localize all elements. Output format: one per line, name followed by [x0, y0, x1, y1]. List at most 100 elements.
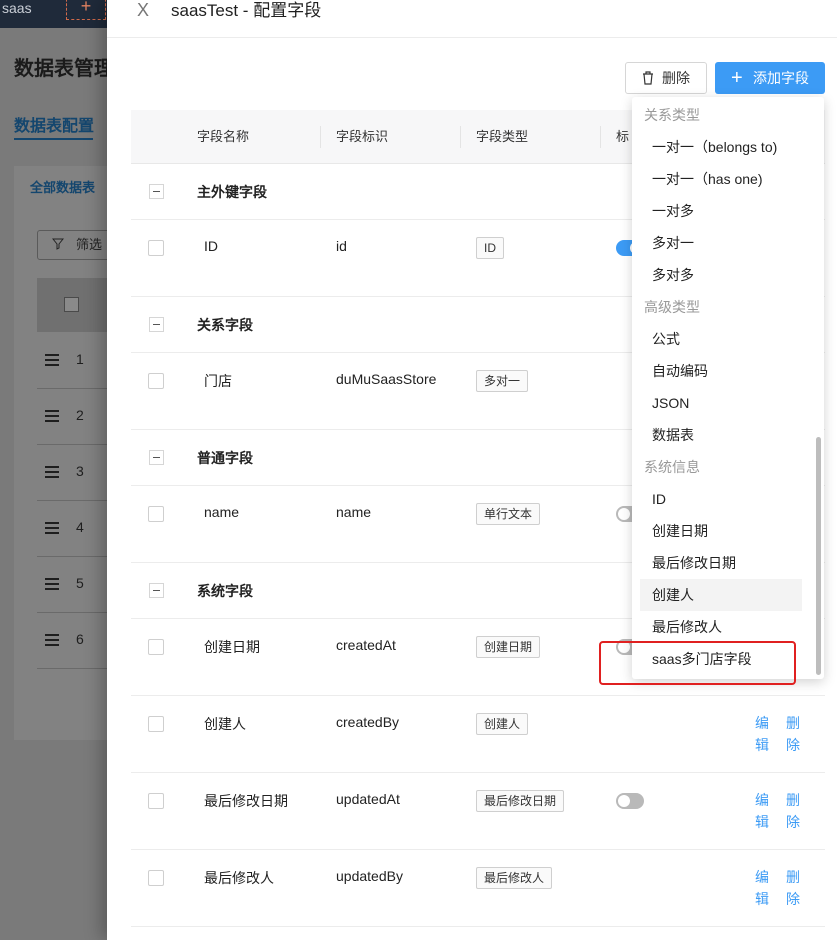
dropdown-item[interactable]: 公式 — [640, 323, 802, 355]
edit-link[interactable]: 编辑 — [755, 789, 773, 833]
field-type-tag: 单行文本 — [476, 503, 541, 525]
dropdown-item[interactable]: 一对多 — [640, 195, 802, 227]
table-row: 最后修改日期 updatedAt 最后修改日期 编辑 删除 — [131, 773, 825, 850]
row-number: 5 — [76, 575, 84, 591]
bg-table-row[interactable]: 2 — [37, 389, 110, 445]
delete-link[interactable]: 删除 — [786, 789, 804, 833]
bg-select-all-checkbox[interactable] — [64, 297, 79, 312]
row-checkbox[interactable] — [148, 240, 164, 256]
drag-handle-icon[interactable] — [45, 354, 59, 366]
field-name: 创建人 — [204, 716, 246, 732]
field-name: ID — [204, 238, 218, 254]
dropdown-item[interactable]: 多对多 — [640, 259, 802, 291]
row-number: 1 — [76, 351, 84, 367]
drag-handle-icon[interactable] — [45, 578, 59, 590]
dropdown-item[interactable]: ID — [640, 483, 802, 515]
drawer-title: saasTest - 配置字段 — [171, 1, 322, 20]
plus-icon: + — [731, 67, 743, 89]
dropdown-item[interactable]: JSON — [640, 387, 802, 419]
col-field-name: 字段名称 — [197, 129, 250, 144]
row-number: 4 — [76, 519, 84, 535]
collapse-toggle[interactable] — [149, 184, 164, 199]
delete-label: 删除 — [662, 70, 690, 86]
tab-table-config[interactable]: 数据表配置 — [14, 112, 94, 136]
col-label: 标 — [616, 129, 630, 144]
field-name: 门店 — [204, 373, 232, 389]
collapse-toggle[interactable] — [149, 317, 164, 332]
filter-icon — [52, 238, 64, 250]
bg-table-row[interactable]: 1 — [37, 333, 110, 389]
panel-title[interactable]: 全部数据表 — [30, 177, 95, 196]
drag-handle-icon[interactable] — [45, 466, 59, 478]
filter-label: 筛选 — [76, 237, 103, 252]
delete-link[interactable]: 删除 — [786, 866, 804, 910]
label-toggle[interactable] — [616, 793, 644, 809]
bg-table-row[interactable]: 6 — [37, 613, 110, 669]
field-type-tag: 创建人 — [476, 713, 529, 735]
field-id: updatedAt — [336, 791, 400, 807]
col-separator — [460, 126, 461, 148]
group-label: 系统字段 — [197, 583, 253, 599]
row-checkbox[interactable] — [148, 793, 164, 809]
field-name: 最后修改人 — [204, 870, 274, 886]
collapse-toggle[interactable] — [149, 450, 164, 465]
field-id: createdBy — [336, 714, 400, 730]
add-field-button[interactable]: + 添加字段 — [715, 62, 825, 94]
col-separator — [600, 126, 601, 148]
field-name: name — [204, 504, 240, 520]
edit-link[interactable]: 编辑 — [755, 866, 773, 910]
dropdown-item[interactable]: 一对一（has one) — [640, 163, 802, 195]
table-row: 最后修改人 updatedBy 最后修改人 编辑 删除 — [131, 850, 825, 927]
col-separator — [320, 126, 321, 148]
field-name: 最后修改日期 — [204, 793, 288, 809]
top-bar: saas + — [0, 0, 110, 28]
dropdown-item[interactable]: 一对一（belongs to) — [640, 131, 802, 163]
filter-button[interactable]: 筛选 — [37, 230, 112, 260]
dropdown-item[interactable]: 创建日期 — [640, 515, 802, 547]
bg-table-row[interactable]: 4 — [37, 501, 110, 557]
add-field-label: 添加字段 — [753, 70, 809, 86]
row-number: 3 — [76, 463, 84, 479]
dropdown-item[interactable]: 自动编码 — [640, 355, 802, 387]
field-id: name — [336, 504, 372, 520]
trash-icon — [643, 71, 653, 85]
drawer-header: X saasTest - 配置字段 — [107, 0, 837, 38]
field-type-tag: 创建日期 — [476, 636, 541, 658]
field-type-tag: 最后修改日期 — [476, 790, 565, 812]
edit-link[interactable]: 编辑 — [755, 712, 773, 756]
bg-table-row[interactable]: 3 — [37, 445, 110, 501]
field-id: updatedBy — [336, 868, 403, 884]
row-checkbox[interactable] — [148, 716, 164, 732]
delete-link[interactable]: 删除 — [786, 712, 804, 756]
row-checkbox[interactable] — [148, 506, 164, 522]
field-id: id — [336, 238, 347, 254]
dropdown-item[interactable]: 多对一 — [640, 227, 802, 259]
dropdown-item[interactable]: 最后修改日期 — [640, 547, 802, 579]
close-icon[interactable]: X — [137, 1, 153, 19]
collapse-toggle[interactable] — [149, 583, 164, 598]
dropdown-scroll-thumb[interactable] — [816, 437, 821, 675]
delete-button[interactable]: 删除 — [625, 62, 707, 94]
field-id: createdAt — [336, 637, 396, 653]
field-name: 创建日期 — [204, 639, 260, 655]
dropdown-group-label: 关系类型 — [644, 107, 700, 123]
field-type-tag: 多对一 — [476, 370, 529, 392]
col-field-type: 字段类型 — [476, 129, 529, 144]
row-checkbox[interactable] — [148, 373, 164, 389]
dropdown-item[interactable]: 数据表 — [640, 419, 802, 451]
bg-table-row[interactable]: 5 — [37, 557, 110, 613]
drag-handle-icon[interactable] — [45, 634, 59, 646]
drag-handle-icon[interactable] — [45, 410, 59, 422]
drag-handle-icon[interactable] — [45, 522, 59, 534]
dropdown-item[interactable]: 创建人 — [640, 579, 802, 611]
new-tab-button[interactable]: + — [66, 0, 106, 20]
row-checkbox[interactable] — [148, 870, 164, 886]
row-checkbox[interactable] — [148, 639, 164, 655]
row-number: 6 — [76, 631, 84, 647]
dropdown-item[interactable]: saas多门店字段 — [640, 643, 802, 675]
dropdown-item[interactable]: 最后修改人 — [640, 611, 802, 643]
page-title: 数据表管理 — [14, 58, 114, 80]
field-type-tag: 最后修改人 — [476, 867, 553, 889]
dropdown-group-label: 系统信息 — [644, 459, 700, 475]
col-field-id: 字段标识 — [336, 129, 389, 144]
